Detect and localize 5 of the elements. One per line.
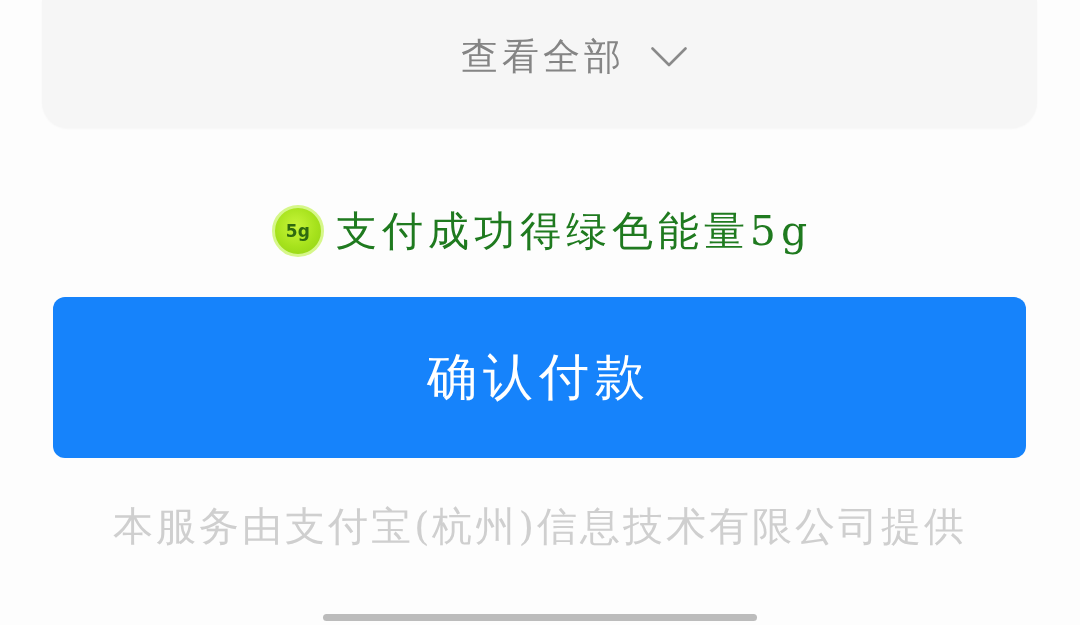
energy-badge: 5g [271,205,324,257]
chevron-down-icon [651,47,687,67]
view-all-link[interactable]: 查看全部 [461,35,687,79]
energy-notice-text: 支付成功得绿色能量5g [335,206,813,257]
confirm-payment-button[interactable]: 确认付款 [52,297,1026,458]
